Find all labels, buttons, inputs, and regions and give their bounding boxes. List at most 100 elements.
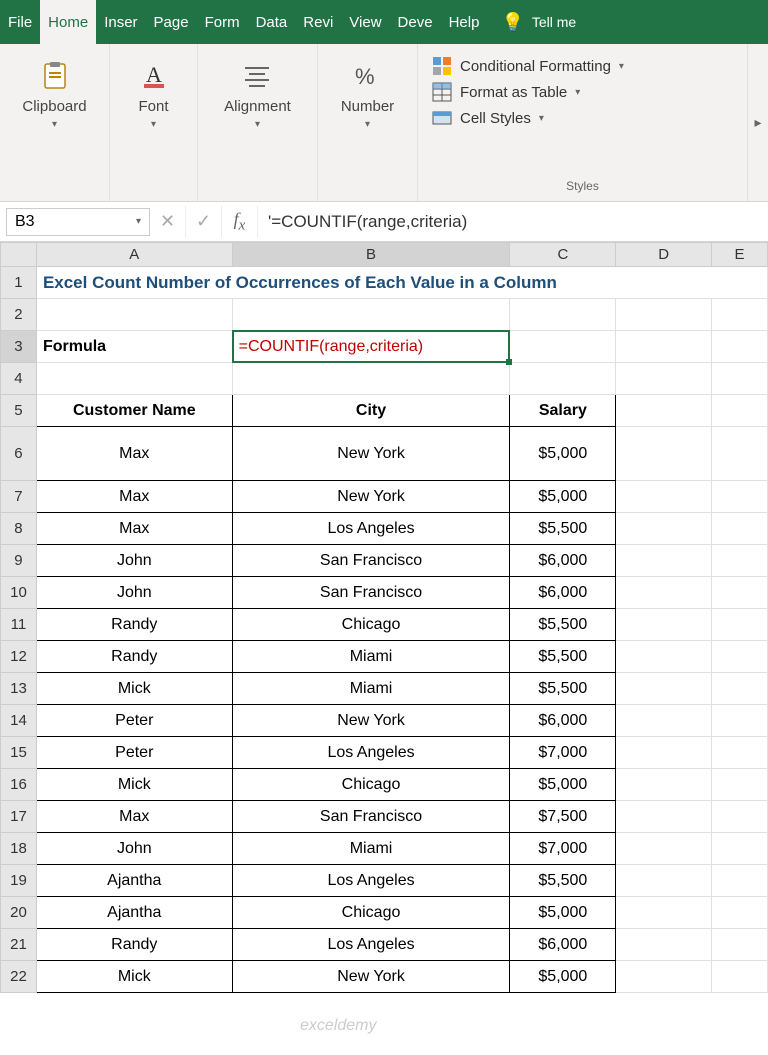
- tab-review[interactable]: Revi: [295, 0, 341, 44]
- formula-label-cell[interactable]: Formula: [36, 331, 232, 363]
- tab-developer[interactable]: Deve: [390, 0, 441, 44]
- number-button[interactable]: % Number ▾: [329, 52, 406, 136]
- cell[interactable]: [616, 769, 712, 801]
- cell[interactable]: [616, 427, 712, 481]
- cell[interactable]: [712, 481, 768, 513]
- data-cell-name[interactable]: Mick: [36, 769, 232, 801]
- data-cell-salary[interactable]: $7,000: [510, 737, 616, 769]
- row-header-21[interactable]: 21: [1, 929, 37, 961]
- column-header-C[interactable]: C: [510, 243, 616, 267]
- tab-view[interactable]: View: [341, 0, 389, 44]
- data-cell-salary[interactable]: $6,000: [510, 705, 616, 737]
- row-header-22[interactable]: 22: [1, 961, 37, 993]
- tab-data[interactable]: Data: [248, 0, 296, 44]
- cell[interactable]: [712, 545, 768, 577]
- cell[interactable]: [712, 769, 768, 801]
- tab-home[interactable]: Home: [40, 0, 96, 44]
- data-cell-salary[interactable]: $6,000: [510, 545, 616, 577]
- font-button[interactable]: A Font ▾: [124, 52, 184, 136]
- cell-styles-button[interactable]: Cell Styles ▾: [432, 108, 733, 128]
- data-cell-city[interactable]: San Francisco: [232, 577, 510, 609]
- data-cell-name[interactable]: Max: [36, 513, 232, 545]
- cell[interactable]: [616, 363, 712, 395]
- cell[interactable]: [616, 961, 712, 993]
- select-all-corner[interactable]: [1, 243, 37, 267]
- data-cell-name[interactable]: Randy: [36, 609, 232, 641]
- cell[interactable]: [616, 737, 712, 769]
- row-header-17[interactable]: 17: [1, 801, 37, 833]
- fx-button[interactable]: fx: [222, 206, 258, 238]
- cell[interactable]: [616, 481, 712, 513]
- data-cell-name[interactable]: Mick: [36, 673, 232, 705]
- tab-help[interactable]: Help: [441, 0, 488, 44]
- fill-handle[interactable]: [506, 359, 512, 365]
- data-cell-name[interactable]: John: [36, 545, 232, 577]
- row-header-9[interactable]: 9: [1, 545, 37, 577]
- cell[interactable]: [616, 705, 712, 737]
- cell[interactable]: [712, 865, 768, 897]
- cell[interactable]: [510, 331, 616, 363]
- format-as-table-button[interactable]: Format as Table ▾: [432, 82, 733, 102]
- cell[interactable]: [36, 299, 232, 331]
- title-cell[interactable]: Excel Count Number of Occurrences of Eac…: [36, 267, 767, 299]
- data-cell-city[interactable]: Miami: [232, 641, 510, 673]
- row-header-8[interactable]: 8: [1, 513, 37, 545]
- column-header-D[interactable]: D: [616, 243, 712, 267]
- data-cell-city[interactable]: New York: [232, 481, 510, 513]
- cell[interactable]: [36, 363, 232, 395]
- data-cell-salary[interactable]: $5,500: [510, 513, 616, 545]
- column-header-E[interactable]: E: [712, 243, 768, 267]
- data-cell-name[interactable]: Ajantha: [36, 865, 232, 897]
- cell[interactable]: [232, 363, 510, 395]
- cell[interactable]: [616, 865, 712, 897]
- row-header-13[interactable]: 13: [1, 673, 37, 705]
- row-header-6[interactable]: 6: [1, 427, 37, 481]
- spreadsheet-grid[interactable]: ABCDE 1Excel Count Number of Occurrences…: [0, 242, 768, 993]
- cell[interactable]: [712, 363, 768, 395]
- cell[interactable]: [712, 737, 768, 769]
- data-cell-salary[interactable]: $5,500: [510, 673, 616, 705]
- data-cell-city[interactable]: Chicago: [232, 897, 510, 929]
- cell[interactable]: [712, 961, 768, 993]
- data-cell-name[interactable]: Randy: [36, 641, 232, 673]
- data-cell-city[interactable]: Los Angeles: [232, 929, 510, 961]
- row-header-12[interactable]: 12: [1, 641, 37, 673]
- row-header-2[interactable]: 2: [1, 299, 37, 331]
- selected-cell[interactable]: =COUNTIF(range,criteria): [232, 331, 510, 363]
- data-cell-city[interactable]: Miami: [232, 673, 510, 705]
- data-cell-name[interactable]: Ajantha: [36, 897, 232, 929]
- cell[interactable]: [712, 299, 768, 331]
- data-cell-name[interactable]: Peter: [36, 737, 232, 769]
- table-header[interactable]: Salary: [510, 395, 616, 427]
- data-cell-salary[interactable]: $7,500: [510, 801, 616, 833]
- cell[interactable]: [712, 673, 768, 705]
- data-cell-salary[interactable]: $6,000: [510, 929, 616, 961]
- data-cell-salary[interactable]: $5,500: [510, 641, 616, 673]
- cell[interactable]: [712, 641, 768, 673]
- data-cell-city[interactable]: Chicago: [232, 769, 510, 801]
- data-cell-city[interactable]: Los Angeles: [232, 513, 510, 545]
- cell[interactable]: [616, 833, 712, 865]
- data-cell-name[interactable]: Randy: [36, 929, 232, 961]
- table-header[interactable]: Customer Name: [36, 395, 232, 427]
- data-cell-name[interactable]: John: [36, 833, 232, 865]
- row-header-1[interactable]: 1: [1, 267, 37, 299]
- data-cell-city[interactable]: Chicago: [232, 609, 510, 641]
- cell[interactable]: [712, 929, 768, 961]
- data-cell-salary[interactable]: $7,000: [510, 833, 616, 865]
- cancel-formula-button[interactable]: ✕: [150, 206, 186, 238]
- data-cell-city[interactable]: New York: [232, 427, 510, 481]
- data-cell-city[interactable]: Los Angeles: [232, 865, 510, 897]
- row-header-3[interactable]: 3: [1, 331, 37, 363]
- data-cell-salary[interactable]: $6,000: [510, 577, 616, 609]
- row-header-4[interactable]: 4: [1, 363, 37, 395]
- data-cell-salary[interactable]: $5,000: [510, 769, 616, 801]
- row-header-11[interactable]: 11: [1, 609, 37, 641]
- formula-input[interactable]: '=COUNTIF(range,criteria): [258, 208, 768, 236]
- cell[interactable]: [712, 577, 768, 609]
- data-cell-name[interactable]: Max: [36, 481, 232, 513]
- data-cell-city[interactable]: San Francisco: [232, 545, 510, 577]
- data-cell-city[interactable]: Miami: [232, 833, 510, 865]
- cell[interactable]: [616, 577, 712, 609]
- data-cell-name[interactable]: John: [36, 577, 232, 609]
